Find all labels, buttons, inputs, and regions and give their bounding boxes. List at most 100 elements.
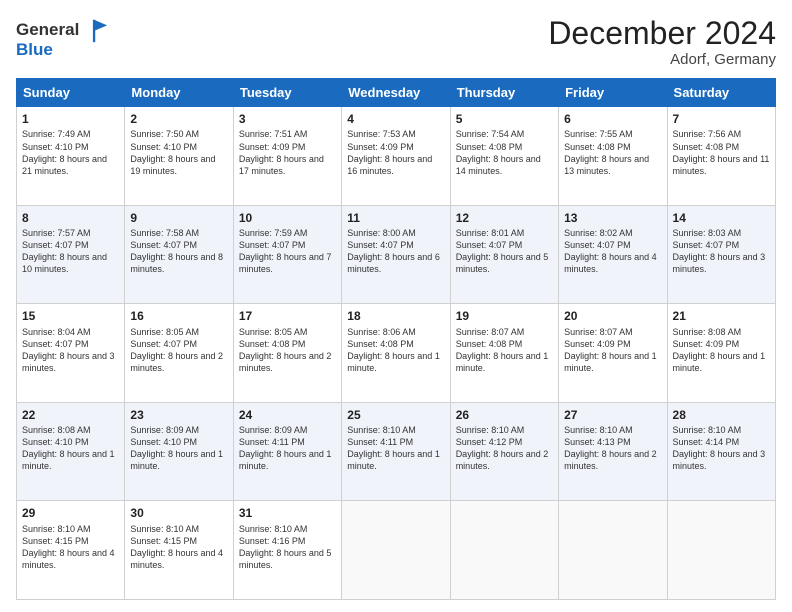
day-info: Sunrise: 8:10 AM Sunset: 4:15 PM Dayligh… (130, 523, 227, 572)
col-friday: Friday (559, 79, 667, 107)
calendar-cell (667, 501, 775, 600)
day-number: 19 (456, 308, 553, 324)
day-number: 24 (239, 407, 336, 423)
day-info: Sunrise: 7:55 AM Sunset: 4:08 PM Dayligh… (564, 128, 661, 177)
calendar-cell: 22Sunrise: 8:08 AM Sunset: 4:10 PM Dayli… (17, 402, 125, 501)
calendar-cell: 25Sunrise: 8:10 AM Sunset: 4:11 PM Dayli… (342, 402, 450, 501)
day-info: Sunrise: 7:53 AM Sunset: 4:09 PM Dayligh… (347, 128, 444, 177)
calendar-cell: 14Sunrise: 8:03 AM Sunset: 4:07 PM Dayli… (667, 205, 775, 304)
day-info: Sunrise: 7:56 AM Sunset: 4:08 PM Dayligh… (673, 128, 770, 177)
day-info: Sunrise: 8:08 AM Sunset: 4:10 PM Dayligh… (22, 424, 119, 473)
month-title: December 2024 (548, 16, 776, 51)
calendar-week-row: 8Sunrise: 7:57 AM Sunset: 4:07 PM Daylig… (17, 205, 776, 304)
col-thursday: Thursday (450, 79, 558, 107)
day-number: 13 (564, 210, 661, 226)
calendar-cell: 19 Sunrise: 8:07 AM Sunset: 4:08 PM Dayli… (450, 304, 558, 403)
day-info: Sunrise: 8:03 AM Sunset: 4:07 PM Dayligh… (673, 227, 770, 276)
calendar-week-row: 1Sunrise: 7:49 AM Sunset: 4:10 PM Daylig… (17, 107, 776, 206)
day-info: Sunrise: 7:54 AM Sunset: 4:08 PM Dayligh… (456, 128, 553, 177)
day-number: 17 (239, 308, 336, 324)
day-info: Sunrise: 8:07 AM Sunset: 4:09 PM Dayligh… (564, 326, 661, 375)
day-info: Sunrise: 7:50 AM Sunset: 4:10 PM Dayligh… (130, 128, 227, 177)
day-info: Sunrise: 8:08 AM Sunset: 4:09 PM Dayligh… (673, 326, 770, 375)
col-wednesday: Wednesday (342, 79, 450, 107)
day-number: 22 (22, 407, 119, 423)
day-number: 10 (239, 210, 336, 226)
col-sunday: Sunday (17, 79, 125, 107)
day-info: Sunrise: 8:10 AM Sunset: 4:13 PM Dayligh… (564, 424, 661, 473)
day-number: 1 (22, 111, 119, 127)
location: Adorf, Germany (548, 51, 776, 68)
header: General Blue December 2024 Adorf, German… (16, 16, 776, 68)
calendar-cell (450, 501, 558, 600)
title-block: December 2024 Adorf, Germany (548, 16, 776, 68)
day-info: Sunrise: 8:10 AM Sunset: 4:15 PM Dayligh… (22, 523, 119, 572)
calendar-cell: 31Sunrise: 8:10 AM Sunset: 4:16 PM Dayli… (233, 501, 341, 600)
calendar-cell: 12Sunrise: 8:01 AM Sunset: 4:07 PM Dayli… (450, 205, 558, 304)
day-number: 30 (130, 505, 227, 521)
calendar-cell: 30 Sunrise: 8:10 AM Sunset: 4:15 PM Dayli… (125, 501, 233, 600)
day-info: Sunrise: 8:05 AM Sunset: 4:07 PM Dayligh… (130, 326, 227, 375)
page: General Blue December 2024 Adorf, German… (0, 0, 792, 612)
calendar-cell (342, 501, 450, 600)
logo: General Blue (16, 16, 109, 60)
calendar-week-row: 22Sunrise: 8:08 AM Sunset: 4:10 PM Dayli… (17, 402, 776, 501)
day-number: 21 (673, 308, 770, 324)
calendar-cell: 4Sunrise: 7:53 AM Sunset: 4:09 PM Daylig… (342, 107, 450, 206)
day-info: Sunrise: 7:49 AM Sunset: 4:10 PM Dayligh… (22, 128, 119, 177)
day-info: Sunrise: 8:07 AM Sunset: 4:08 PM Dayligh… (456, 326, 553, 375)
day-number: 8 (22, 210, 119, 226)
day-number: 11 (347, 210, 444, 226)
calendar-cell: 3Sunrise: 7:51 AM Sunset: 4:09 PM Daylig… (233, 107, 341, 206)
logo-general: General (16, 20, 79, 40)
calendar-cell: 10Sunrise: 7:59 AM Sunset: 4:07 PM Dayli… (233, 205, 341, 304)
day-info: Sunrise: 7:59 AM Sunset: 4:07 PM Dayligh… (239, 227, 336, 276)
day-number: 20 (564, 308, 661, 324)
calendar-cell: 17 Sunrise: 8:05 AM Sunset: 4:08 PM Dayli… (233, 304, 341, 403)
day-info: Sunrise: 8:05 AM Sunset: 4:08 PM Dayligh… (239, 326, 336, 375)
calendar-cell: 20 Sunrise: 8:07 AM Sunset: 4:09 PM Dayli… (559, 304, 667, 403)
calendar-cell: 5Sunrise: 7:54 AM Sunset: 4:08 PM Daylig… (450, 107, 558, 206)
calendar-cell: 24Sunrise: 8:09 AM Sunset: 4:11 PM Dayli… (233, 402, 341, 501)
day-number: 23 (130, 407, 227, 423)
day-info: Sunrise: 7:57 AM Sunset: 4:07 PM Dayligh… (22, 227, 119, 276)
calendar-cell: 15Sunrise: 8:04 AM Sunset: 4:07 PM Dayli… (17, 304, 125, 403)
calendar-cell: 28Sunrise: 8:10 AM Sunset: 4:14 PM Dayli… (667, 402, 775, 501)
calendar-cell: 9Sunrise: 7:58 AM Sunset: 4:07 PM Daylig… (125, 205, 233, 304)
day-number: 2 (130, 111, 227, 127)
day-info: Sunrise: 8:01 AM Sunset: 4:07 PM Dayligh… (456, 227, 553, 276)
day-number: 3 (239, 111, 336, 127)
day-number: 29 (22, 505, 119, 521)
calendar-cell: 26Sunrise: 8:10 AM Sunset: 4:12 PM Dayli… (450, 402, 558, 501)
col-saturday: Saturday (667, 79, 775, 107)
day-number: 27 (564, 407, 661, 423)
day-number: 7 (673, 111, 770, 127)
day-number: 9 (130, 210, 227, 226)
day-number: 31 (239, 505, 336, 521)
calendar-header-row: Sunday Monday Tuesday Wednesday Thursday… (17, 79, 776, 107)
calendar-cell: 21 Sunrise: 8:08 AM Sunset: 4:09 PM Dayli… (667, 304, 775, 403)
day-info: Sunrise: 8:09 AM Sunset: 4:10 PM Dayligh… (130, 424, 227, 473)
logo-flag-icon (81, 16, 109, 44)
calendar-cell: 6Sunrise: 7:55 AM Sunset: 4:08 PM Daylig… (559, 107, 667, 206)
day-number: 18 (347, 308, 444, 324)
calendar-cell: 13Sunrise: 8:02 AM Sunset: 4:07 PM Dayli… (559, 205, 667, 304)
day-info: Sunrise: 7:51 AM Sunset: 4:09 PM Dayligh… (239, 128, 336, 177)
calendar-cell: 2Sunrise: 7:50 AM Sunset: 4:10 PM Daylig… (125, 107, 233, 206)
calendar-cell: 23Sunrise: 8:09 AM Sunset: 4:10 PM Dayli… (125, 402, 233, 501)
day-info: Sunrise: 8:10 AM Sunset: 4:14 PM Dayligh… (673, 424, 770, 473)
day-number: 26 (456, 407, 553, 423)
calendar-cell (559, 501, 667, 600)
calendar-week-row: 29 Sunrise: 8:10 AM Sunset: 4:15 PM Dayli… (17, 501, 776, 600)
day-info: Sunrise: 8:06 AM Sunset: 4:08 PM Dayligh… (347, 326, 444, 375)
day-info: Sunrise: 8:02 AM Sunset: 4:07 PM Dayligh… (564, 227, 661, 276)
day-info: Sunrise: 8:10 AM Sunset: 4:12 PM Dayligh… (456, 424, 553, 473)
calendar-cell: 29 Sunrise: 8:10 AM Sunset: 4:15 PM Dayli… (17, 501, 125, 600)
day-number: 28 (673, 407, 770, 423)
day-info: Sunrise: 7:58 AM Sunset: 4:07 PM Dayligh… (130, 227, 227, 276)
day-number: 4 (347, 111, 444, 127)
day-number: 15 (22, 308, 119, 324)
day-number: 6 (564, 111, 661, 127)
calendar-cell: 7Sunrise: 7:56 AM Sunset: 4:08 PM Daylig… (667, 107, 775, 206)
day-number: 16 (130, 308, 227, 324)
